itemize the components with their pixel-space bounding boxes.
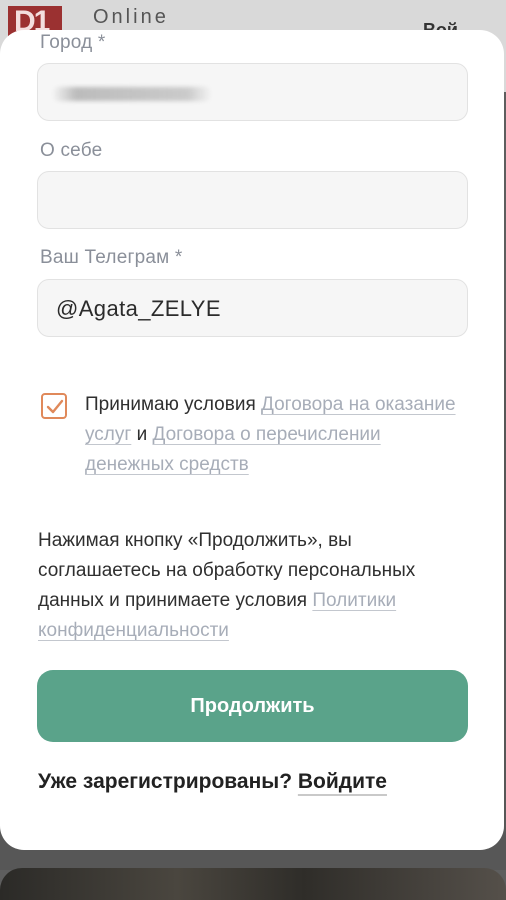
terms-middle: и [131, 424, 153, 445]
redacted-value [52, 87, 212, 101]
continue-button[interactable]: Продолжить [37, 670, 468, 742]
telegram-input[interactable]: @Agata_ZELYE [37, 279, 468, 337]
city-label: Город * [40, 32, 106, 53]
login-prompt: Уже зарегистрированы? Войдите [38, 770, 387, 794]
background-photo [0, 868, 506, 900]
telegram-value: @Agata_ZELYE [56, 296, 221, 321]
brand-name: Online [93, 6, 169, 28]
terms-checkbox[interactable] [41, 393, 67, 419]
registration-modal: Город * О себе Ваш Телеграм * @Agata_ZEL… [0, 30, 504, 850]
city-input[interactable] [37, 63, 468, 121]
terms-text: Принимаю условия Договора на оказание ус… [85, 390, 465, 480]
consent-notice: Нажимая кнопку «Продолжить», вы соглашае… [38, 526, 478, 646]
checkmark-icon [46, 399, 64, 414]
login-link[interactable]: Войдите [298, 770, 387, 793]
about-input[interactable] [37, 171, 468, 229]
login-question: Уже зарегистрированы? [38, 770, 293, 793]
telegram-label: Ваш Телеграм * [40, 247, 183, 268]
terms-prefix: Принимаю условия [85, 394, 262, 415]
about-label: О себе [40, 140, 103, 161]
